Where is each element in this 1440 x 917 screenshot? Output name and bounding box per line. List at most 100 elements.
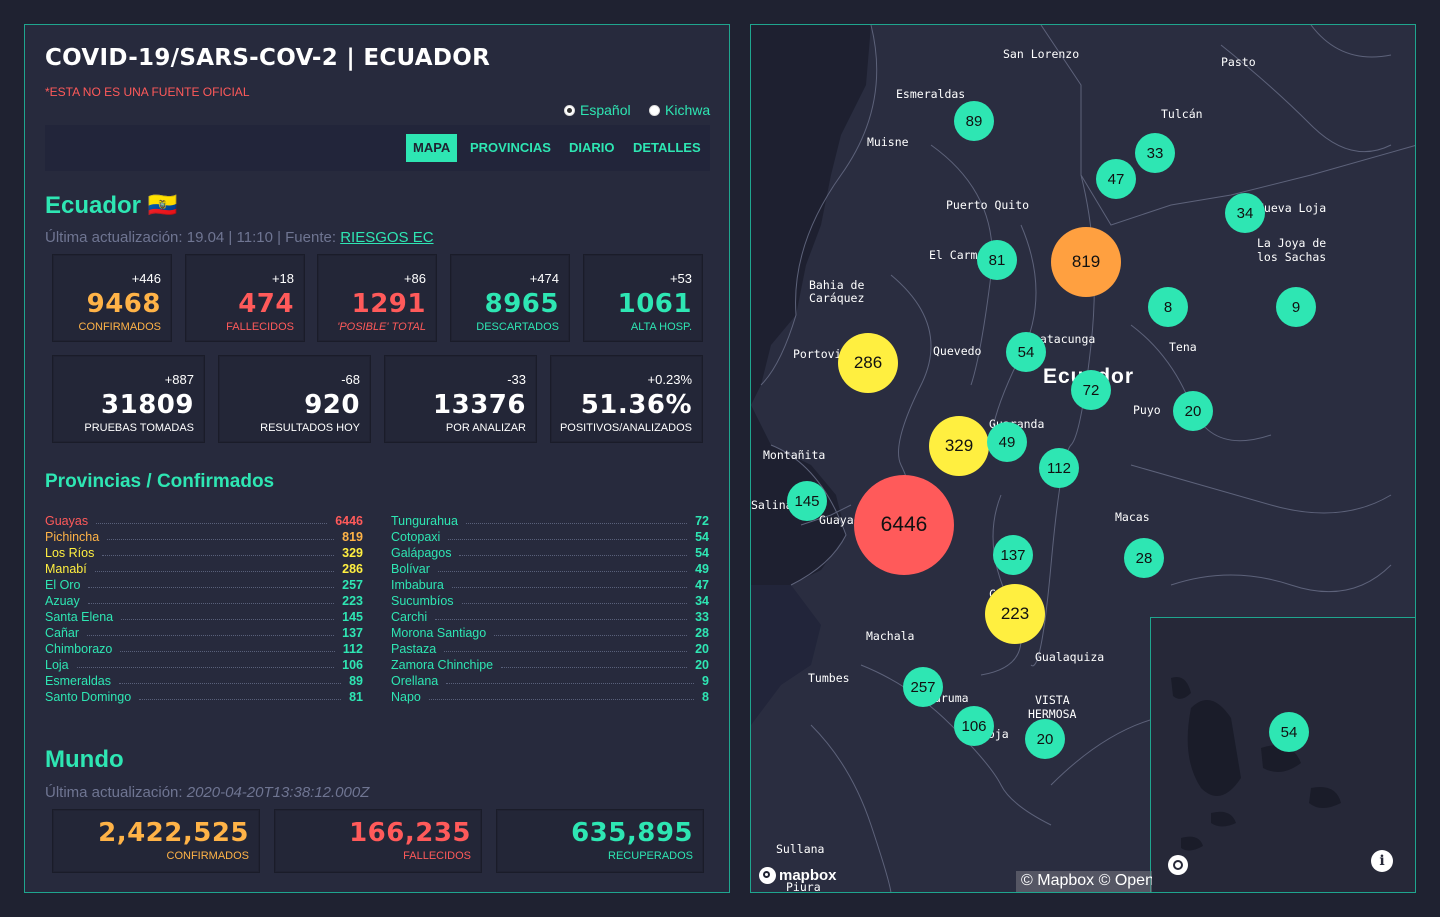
stat-label: POR ANALIZAR bbox=[445, 422, 526, 434]
nav-bar: MAPA PROVINCIAS DIARIO DETALLES bbox=[45, 125, 710, 171]
leader-dots bbox=[119, 682, 342, 684]
map-city-label: Gualaquiza bbox=[1035, 650, 1105, 664]
map-cluster-bubble[interactable]: 112 bbox=[1039, 448, 1079, 488]
map-view[interactable]: San Lorenzo Pasto Esmeraldas Tulcán Muisne Pu… bbox=[750, 24, 1416, 893]
stat-delta: -33 bbox=[507, 372, 526, 387]
map-city-label: Puerto Quito bbox=[946, 198, 1030, 212]
province-name: Bolívar bbox=[391, 562, 430, 576]
province-row: Tungurahua 72 bbox=[391, 513, 709, 529]
province-name: Chimborazo bbox=[45, 642, 113, 656]
tab-diario[interactable]: DIARIO bbox=[562, 134, 622, 162]
leader-dots bbox=[87, 602, 335, 604]
stat-value: 9468 bbox=[86, 289, 161, 319]
leader-dots bbox=[501, 666, 688, 668]
map-city-label: Quevedo bbox=[933, 344, 982, 358]
leader-dots bbox=[461, 602, 688, 604]
update-timestamp: 2020-04-20T13:38:12.000Z bbox=[186, 784, 370, 801]
map-cluster-bubble[interactable]: 137 bbox=[993, 535, 1033, 575]
province-row: Orellana 9 bbox=[391, 673, 709, 689]
map-cluster-bubble[interactable]: 329 bbox=[929, 416, 989, 476]
map-cluster-bubble[interactable]: 89 bbox=[954, 101, 994, 141]
province-row: Esmeraldas 89 bbox=[45, 673, 363, 689]
stat-value: 8965 bbox=[484, 289, 559, 319]
source-link[interactable]: RIESGOS EC bbox=[340, 229, 433, 246]
map-cluster-bubble[interactable]: 49 bbox=[987, 422, 1027, 462]
province-name: Cotopaxi bbox=[391, 530, 441, 544]
map-cluster-bubble[interactable]: 223 bbox=[985, 584, 1045, 644]
province-name: Pastaza bbox=[391, 642, 437, 656]
province-row: Cañar 137 bbox=[45, 625, 363, 641]
world-heading: Mundo bbox=[45, 746, 124, 773]
province-value: 54 bbox=[695, 546, 709, 560]
map-cluster-bubble[interactable]: 8 bbox=[1148, 287, 1188, 327]
stat-label: 'POSIBLE' TOTAL bbox=[337, 321, 426, 333]
map-cluster-bubble[interactable]: 34 bbox=[1225, 193, 1265, 233]
province-row: Napo 8 bbox=[391, 689, 709, 705]
province-value: 145 bbox=[342, 610, 363, 624]
map-attribution[interactable]: © Mapbox © OpenStreetMap bbox=[1016, 871, 1152, 892]
tab-provincias[interactable]: PROVINCIAS bbox=[463, 134, 558, 162]
stat-value: 920 bbox=[304, 390, 360, 420]
province-name: Imbabura bbox=[391, 578, 444, 592]
province-value: 223 bbox=[342, 594, 363, 608]
map-cluster-bubble[interactable]: 81 bbox=[977, 240, 1017, 280]
map-cluster-bubble[interactable]: 6446 bbox=[854, 475, 954, 575]
stat-delta: -68 bbox=[341, 372, 360, 387]
map-cluster-bubble[interactable]: 9 bbox=[1276, 287, 1316, 327]
province-value: 54 bbox=[695, 530, 709, 544]
tab-detalles[interactable]: DETALLES bbox=[626, 134, 708, 162]
map-cluster-bubble[interactable]: 20 bbox=[1025, 719, 1065, 759]
map-cluster-bubble[interactable]: 54 bbox=[1269, 712, 1309, 752]
province-row: Chimborazo 112 bbox=[45, 641, 363, 657]
mapbox-logo-text: mapbox bbox=[779, 867, 837, 884]
ecuador-update-line: Última actualización: 19.04 | 11:10 | Fu… bbox=[45, 229, 434, 246]
map-cluster-bubble[interactable]: 33 bbox=[1135, 133, 1175, 173]
map-city-label: Tulcán bbox=[1161, 107, 1203, 121]
map-cluster-bubble[interactable]: 106 bbox=[954, 706, 994, 746]
province-name: Napo bbox=[391, 690, 421, 704]
province-name: Galápagos bbox=[391, 546, 452, 560]
stat-card: +0.23% 51.36% POSITIVOS/ANALIZADOS bbox=[550, 355, 703, 443]
stat-card: +86 1291 'POSIBLE' TOTAL bbox=[317, 254, 437, 342]
language-option-espanol[interactable]: Español bbox=[564, 102, 631, 118]
map-cluster-bubble[interactable]: 47 bbox=[1096, 159, 1136, 199]
map-cluster-bubble[interactable]: 819 bbox=[1051, 227, 1121, 297]
province-row: Santa Elena 145 bbox=[45, 609, 363, 625]
province-row: Cotopaxi 54 bbox=[391, 529, 709, 545]
stat-delta: +18 bbox=[271, 271, 294, 286]
map-city-label: Bahia de bbox=[809, 278, 865, 292]
radio-icon[interactable] bbox=[564, 104, 575, 116]
stat-card: -68 920 RESULTADOS HOY bbox=[218, 355, 371, 443]
province-value: 137 bbox=[342, 626, 363, 640]
stat-delta: +86 bbox=[403, 271, 426, 286]
province-row: Loja 106 bbox=[45, 657, 363, 673]
leader-dots bbox=[96, 522, 328, 524]
map-cluster-bubble[interactable]: 145 bbox=[787, 481, 827, 521]
tab-mapa[interactable]: MAPA bbox=[406, 134, 458, 162]
province-value: 72 bbox=[695, 514, 709, 528]
update-text: Última actualización: bbox=[45, 784, 187, 801]
dashboard-panel: COVID-19/SARS-COV-2 | ECUADOR *ESTA NO E… bbox=[24, 24, 730, 893]
province-value: 106 bbox=[342, 658, 363, 672]
map-cluster-bubble[interactable]: 72 bbox=[1071, 370, 1111, 410]
provinces-heading: Provincias / Confirmados bbox=[45, 471, 275, 492]
leader-dots bbox=[444, 650, 688, 652]
map-cluster-bubble[interactable]: 20 bbox=[1173, 391, 1213, 431]
map-cluster-bubble[interactable]: 28 bbox=[1124, 538, 1164, 578]
language-option-kichwa[interactable]: Kichwa bbox=[649, 102, 710, 118]
map-cluster-bubble[interactable]: 257 bbox=[903, 667, 943, 707]
stat-label: DESCARTADOS bbox=[476, 321, 559, 333]
stat-label: RECUPERADOS bbox=[608, 850, 693, 862]
province-row: El Oro 257 bbox=[45, 577, 363, 593]
leader-dots bbox=[465, 522, 688, 524]
province-row: Manabí 286 bbox=[45, 561, 363, 577]
province-row: Los Ríos 329 bbox=[45, 545, 363, 561]
radio-icon[interactable] bbox=[649, 104, 660, 116]
province-name: Zamora Chinchipe bbox=[391, 658, 494, 672]
map-cluster-bubble[interactable]: 54 bbox=[1006, 332, 1046, 372]
galapagos-inset-map[interactable]: i 54 bbox=[1150, 617, 1415, 892]
stat-value: 1291 bbox=[351, 289, 426, 319]
info-icon[interactable]: i bbox=[1371, 850, 1393, 872]
map-cluster-bubble[interactable]: 286 bbox=[838, 333, 898, 393]
map-city-label: Caráquez bbox=[809, 291, 865, 305]
